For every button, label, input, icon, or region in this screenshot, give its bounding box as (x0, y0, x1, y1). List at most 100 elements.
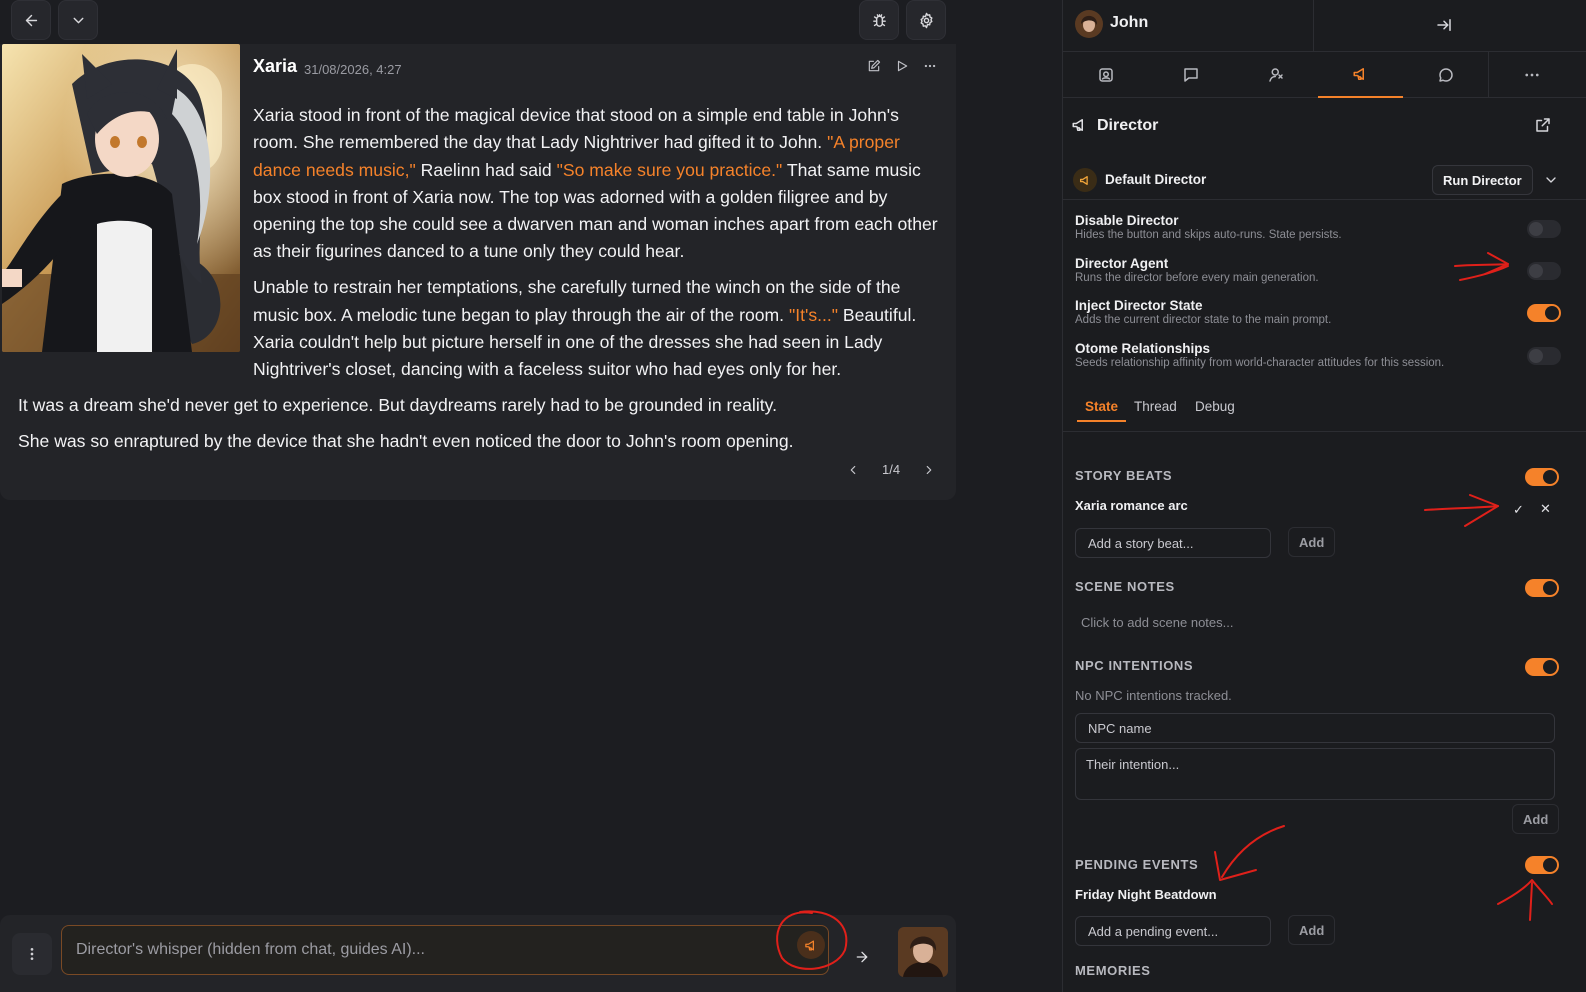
send-button[interactable] (848, 943, 876, 971)
message-actions (866, 58, 938, 74)
chat-icon (1183, 68, 1198, 82)
chat-toolbar (0, 0, 958, 44)
director-badge-icon (1073, 168, 1097, 192)
tab-chat[interactable] (1148, 52, 1233, 98)
previous-swipe-button[interactable] (846, 463, 860, 477)
more-vertical-icon (30, 948, 34, 960)
director-agent-toggle[interactable] (1527, 262, 1561, 280)
run-director-button[interactable]: Run Director (1432, 165, 1533, 195)
message-timestamp: 31/08/2026, 4:27 (304, 62, 402, 77)
director-title-row: Director (1063, 112, 1586, 142)
tab-scene[interactable] (1063, 52, 1148, 98)
add-story-beat-button[interactable]: Add (1288, 527, 1336, 557)
setting-title: Inject Director State (1075, 298, 1203, 313)
setting-description: Adds the current director state to the m… (1075, 314, 1332, 326)
setting-director-agent: Director Agent Runs the director before … (1075, 256, 1575, 284)
director-sub-tabs: State Thread Debug (1063, 392, 1586, 432)
narration-text: Xaria stood in front of the magical devi… (253, 105, 899, 153)
pending-event-input[interactable] (1075, 916, 1271, 946)
edit-message-button[interactable] (866, 58, 882, 74)
megaphone-icon (1353, 68, 1364, 80)
director-whisper-toggle[interactable] (797, 931, 825, 959)
npc-name-input[interactable] (1075, 713, 1555, 743)
character-image (2, 44, 240, 352)
setting-inject-director-state: Inject Director State Adds the current d… (1075, 298, 1575, 326)
inject-director-state-toggle[interactable] (1527, 304, 1561, 322)
persona-avatar[interactable] (898, 927, 948, 977)
popout-button[interactable] (1534, 116, 1552, 139)
tab-director[interactable] (1318, 52, 1403, 98)
more-horizontal-icon (924, 64, 936, 68)
avatar-image (898, 927, 948, 977)
tab-more[interactable] (1489, 52, 1574, 98)
director-whisper-input[interactable] (61, 925, 829, 975)
npc-intentions-toggle[interactable] (1525, 658, 1559, 676)
tab-state[interactable]: State (1077, 399, 1127, 422)
add-npc-intention-button[interactable]: Add (1512, 804, 1560, 834)
dialogue-quote: "So make sure you practice." (556, 159, 783, 180)
swipe-pager: 1/4 (846, 462, 936, 477)
swipe-counter: 1/4 (882, 462, 901, 477)
collapse-button[interactable] (58, 0, 98, 40)
setting-disable-director: Disable Director Hides the button and sk… (1075, 213, 1575, 241)
chevron-down-icon (1546, 177, 1556, 183)
dialogue-quote: "It's..." (788, 304, 839, 325)
message-paragraph: It was a dream she'd never get to experi… (18, 392, 948, 419)
story-beat-input[interactable] (1075, 528, 1271, 558)
memories-title: MEMORIES (1075, 963, 1151, 978)
director-side-panel: John Director Default Director Run Direc… (1062, 0, 1586, 992)
more-horizontal-icon (1524, 73, 1539, 77)
arrow-left-icon (25, 14, 37, 26)
director-dropdown-button[interactable] (1543, 172, 1559, 193)
character-portrait[interactable] (2, 44, 240, 352)
tab-bubble[interactable] (1403, 52, 1488, 98)
exit-icon (1437, 19, 1451, 31)
setting-description: Hides the button and skips auto-runs. St… (1075, 229, 1342, 241)
chevron-down-icon (73, 17, 83, 23)
message-body: Xaria stood in front of the magical devi… (18, 102, 948, 464)
tab-thread[interactable]: Thread (1134, 399, 1177, 420)
avatar-image (1075, 10, 1103, 38)
scene-notes-toggle[interactable] (1525, 579, 1559, 597)
disable-director-toggle[interactable] (1527, 220, 1561, 238)
continue-message-button[interactable] (894, 58, 910, 74)
npc-intentions-empty: No NPC intentions tracked. (1075, 688, 1232, 703)
tab-debug[interactable]: Debug (1195, 399, 1235, 420)
director-name[interactable]: Default Director (1105, 172, 1206, 187)
debug-button[interactable] (859, 0, 899, 40)
composer (0, 915, 956, 992)
setting-otome-relationships: Otome Relationships Seeds relationship a… (1075, 341, 1575, 369)
persona-icon (1268, 68, 1283, 82)
panel-tabs (1063, 52, 1586, 98)
message-author[interactable]: Xaria (253, 56, 297, 77)
story-beat-item[interactable]: Xaria romance arc (1075, 498, 1188, 513)
setting-title: Disable Director (1075, 213, 1179, 228)
story-beats-toggle[interactable] (1525, 468, 1559, 486)
panel-header: John (1063, 0, 1586, 52)
setting-description: Runs the director before every main gene… (1075, 272, 1319, 284)
user-name: John (1110, 14, 1149, 31)
edit-icon (868, 59, 881, 72)
remove-beat-button[interactable]: ✕ (1540, 501, 1551, 517)
scene-notes-placeholder[interactable]: Click to add scene notes... (1081, 615, 1233, 630)
message-more-button[interactable] (922, 58, 938, 74)
back-button[interactable] (11, 0, 51, 40)
complete-beat-button[interactable]: ✓ (1513, 502, 1524, 518)
settings-button[interactable] (906, 0, 946, 40)
composer-menu-button[interactable] (12, 933, 52, 975)
next-swipe-button[interactable] (922, 463, 936, 477)
story-beats-title: STORY BEATS (1075, 468, 1173, 483)
close-panel-button[interactable] (1431, 12, 1457, 38)
tab-persona[interactable] (1233, 52, 1318, 98)
director-select-row: Default Director Run Director (1063, 160, 1586, 200)
add-pending-event-button[interactable]: Add (1288, 915, 1336, 945)
setting-title: Otome Relationships (1075, 341, 1211, 356)
gear-icon (919, 12, 933, 28)
user-avatar[interactable] (1075, 10, 1103, 38)
otome-relationships-toggle[interactable] (1527, 347, 1561, 365)
npc-intention-input[interactable] (1075, 748, 1555, 800)
scene-icon (1098, 68, 1113, 82)
arrow-right-icon (856, 951, 868, 963)
pending-event-item[interactable]: Friday Night Beatdown (1075, 887, 1217, 902)
pending-events-toggle[interactable] (1525, 856, 1559, 874)
